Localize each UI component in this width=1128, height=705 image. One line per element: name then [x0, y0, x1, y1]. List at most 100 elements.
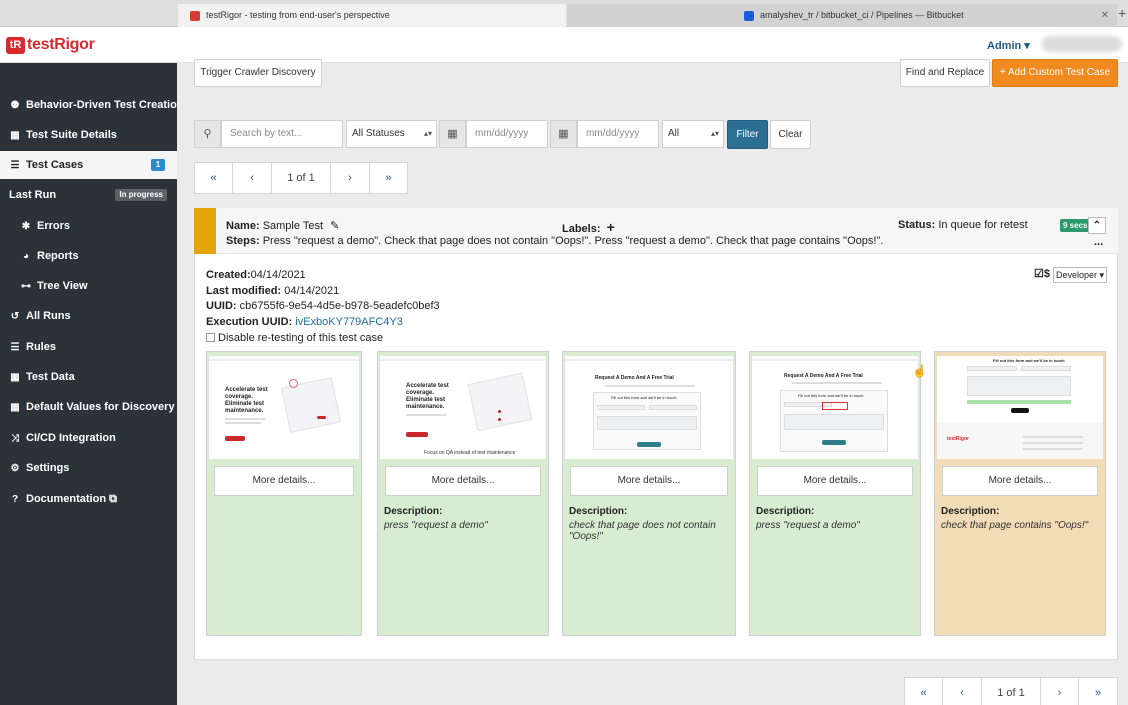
- sidebar-item-rules[interactable]: ☰ Rules: [0, 333, 177, 361]
- sidebar-item-last-run[interactable]: Last Run In progress: [0, 181, 177, 209]
- screenshot-thumbnail[interactable]: Request A Demo And A Free Trial Fill out…: [565, 356, 733, 459]
- status-select[interactable]: All Statuses ▴▾: [346, 120, 437, 148]
- screenshot-description: Description: press "request a demo": [756, 506, 914, 531]
- disable-retest-label: Disable re-testing of this test case: [218, 331, 384, 344]
- new-tab-button[interactable]: +: [1118, 5, 1126, 21]
- sidebar-item-reports[interactable]: ◕ Reports: [0, 242, 177, 270]
- sidebar-item-label: Reports: [37, 250, 79, 262]
- sidebar-item-default-values[interactable]: ▦ Default Values for Discovery: [0, 393, 177, 421]
- pagination-next-button[interactable]: ›: [330, 162, 370, 194]
- uuid-label: UUID:: [206, 300, 237, 313]
- cost-label: $: [1043, 268, 1050, 280]
- name-label: Name:: [226, 220, 260, 232]
- trigger-crawler-button[interactable]: Trigger Crawler Discovery: [194, 59, 322, 87]
- screenshot-card: Accelerate test coverage. Eliminate test…: [377, 351, 549, 636]
- pagination-last-button[interactable]: »: [369, 162, 408, 194]
- calendar-icon: ▦: [550, 120, 577, 148]
- people-icon: ⚉: [10, 100, 20, 111]
- question-icon: ?: [11, 494, 19, 505]
- sidebar-item-settings[interactable]: ⚙ Settings: [0, 454, 177, 482]
- search-icon: ⚲: [194, 120, 221, 148]
- table-icon: ▦: [10, 372, 20, 383]
- more-details-button[interactable]: More details...: [570, 466, 728, 496]
- add-label-icon[interactable]: +: [607, 219, 615, 235]
- close-tab-icon[interactable]: ✕: [1101, 4, 1109, 27]
- sidebar-item-label: Test Data: [26, 371, 75, 383]
- date-to-input[interactable]: mm/dd/yyyy: [577, 120, 659, 148]
- sidebar-item-errors[interactable]: ✱ Errors: [0, 212, 177, 240]
- sidebar-item-label: Last Run: [9, 189, 57, 201]
- cost-toggle[interactable]: ☑$: [1034, 267, 1050, 280]
- more-details-button[interactable]: More details...: [942, 466, 1098, 496]
- list-icon: ☰: [10, 160, 20, 171]
- disable-retest-checkbox[interactable]: [206, 333, 215, 343]
- screenshot-thumbnail[interactable]: Request A Demo And A Free Trial Fill out…: [752, 356, 918, 459]
- testrigor-logo[interactable]: tR testRigor: [6, 36, 95, 54]
- bottom-pagination-last-button[interactable]: »: [1078, 677, 1118, 705]
- thumb-heading: Eliminate test: [225, 401, 265, 407]
- status-color-bar: [194, 208, 216, 254]
- more-details-button[interactable]: More details...: [757, 466, 913, 496]
- sitemap-icon: ⊶: [21, 281, 31, 292]
- admin-menu[interactable]: Admin ▾: [987, 39, 1030, 52]
- browser-tab-bitbucket[interactable]: amalyshev_tr / bitbucket_ci / Pipelines …: [567, 4, 1117, 27]
- more-details-button[interactable]: More details...: [214, 466, 354, 496]
- bottom-pagination-prev-button[interactable]: ‹: [942, 677, 982, 705]
- search-input[interactable]: Search by text...: [221, 120, 343, 148]
- in-progress-badge: In progress: [115, 189, 167, 201]
- clear-button[interactable]: Clear: [770, 120, 811, 149]
- screenshot-thumbnail[interactable]: Accelerate test coverage. Eliminate test…: [380, 356, 546, 459]
- labels-row: Labels: +: [562, 219, 615, 235]
- bottom-pagination-next-button[interactable]: ›: [1040, 677, 1079, 705]
- screenshot-thumbnail[interactable]: Accelerate test coverage. Eliminate test…: [209, 356, 359, 459]
- sidebar-item-label: Settings: [26, 462, 70, 474]
- more-options-icon[interactable]: ...: [1094, 236, 1103, 248]
- sidebar-item-test-data[interactable]: ▦ Test Data: [0, 363, 177, 391]
- sidebar-item-all-runs[interactable]: ↺ All Runs: [0, 302, 177, 330]
- sidebar-item-documentation[interactable]: ? Documentation ⧉: [0, 485, 177, 513]
- exec-uuid-link[interactable]: ivExboKY779AFC4Y3: [295, 316, 403, 328]
- sidebar-item-label: Documentation ⧉: [26, 493, 117, 505]
- browser-tab-bar: testRigor - testing from end-user's pers…: [0, 0, 1128, 27]
- test-name-row: Name: Sample Test ✎: [226, 219, 339, 232]
- role-select[interactable]: Developer ▾: [1053, 267, 1107, 283]
- checkbox-icon: ☑: [1034, 268, 1044, 280]
- add-custom-test-case-button[interactable]: + Add Custom Test Case: [992, 59, 1118, 87]
- sidebar-item-bdd[interactable]: ⚉ Behavior-Driven Test Creation: [0, 91, 184, 119]
- history-icon: ↺: [10, 311, 20, 322]
- bitbucket-favicon-icon: [744, 10, 754, 21]
- find-replace-button[interactable]: Find and Replace: [900, 59, 990, 87]
- created-label: Created:: [206, 269, 251, 281]
- description-label: Description:: [941, 506, 1000, 517]
- app-header: tR testRigor Admin ▾: [0, 27, 1128, 63]
- bottom-pagination-first-button[interactable]: «: [904, 677, 943, 705]
- more-details-button[interactable]: More details...: [385, 466, 541, 496]
- pagination-first-button[interactable]: «: [194, 162, 233, 194]
- bottom-pagination-page-indicator: 1 of 1: [981, 677, 1041, 705]
- shuffle-icon: ⤨: [11, 433, 19, 444]
- collapse-chevron-up-icon[interactable]: ⌃: [1088, 217, 1106, 234]
- thumb-heading: Accelerate test: [225, 387, 268, 393]
- filter-button[interactable]: Filter: [727, 120, 768, 149]
- modified-label: Last modified:: [206, 284, 282, 297]
- exec-uuid-row: Execution UUID: ivExboKY779AFC4Y3: [206, 315, 440, 331]
- user-menu-blurred[interactable]: [1042, 36, 1122, 52]
- thumb-caption: Focus on QA instead of test maintenance: [424, 450, 516, 456]
- date-from-input[interactable]: mm/dd/yyyy: [466, 120, 548, 148]
- sidebar-item-test-suite-details[interactable]: ▦ Test Suite Details: [0, 121, 177, 149]
- pagination-prev-button[interactable]: ‹: [232, 162, 272, 194]
- sidebar-item-cicd[interactable]: ⤨ CI/CD Integration: [0, 424, 177, 452]
- sidebar-item-label: Default Values for Discovery: [26, 401, 175, 413]
- screenshot-card: Fill out this form and we'll be in touch…: [934, 351, 1106, 636]
- sidebar-item-test-cases[interactable]: ☰ Test Cases 1: [0, 151, 177, 179]
- thumb-heading: Fill out this form and we'll be in touch: [611, 395, 677, 400]
- screenshot-description: Description: check that page does not con…: [569, 506, 729, 542]
- all-select[interactable]: All ▴▾: [662, 120, 724, 148]
- sidebar-item-tree-view[interactable]: ⊶ Tree View: [0, 272, 177, 300]
- edit-icon[interactable]: ✎: [330, 220, 339, 232]
- screenshot-thumbnail[interactable]: Fill out this form and we'll be in touch…: [937, 356, 1103, 459]
- browser-tab-testrigor[interactable]: testRigor - testing from end-user's pers…: [178, 4, 566, 27]
- uuid-value: cb6755f6-9e54-4d5e-b978-5eadefc0bef3: [239, 300, 440, 313]
- list-icon: ☰: [10, 342, 20, 353]
- sidebar-item-label: Test Cases: [26, 159, 84, 171]
